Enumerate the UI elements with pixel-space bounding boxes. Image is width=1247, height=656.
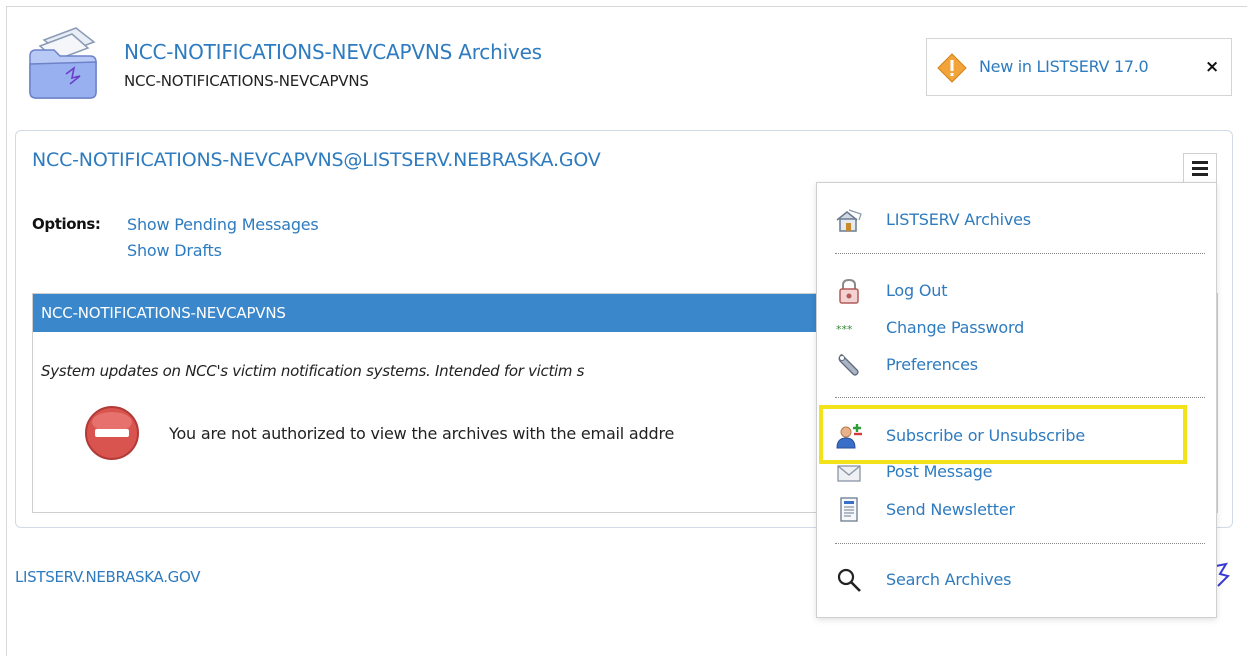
news-notice: New in LISTSERV 17.0 ×: [926, 38, 1232, 96]
page-header: NCC-NOTIFICATIONS-NEVCAPVNS Archives NCC…: [24, 26, 1232, 106]
menu-item-label: Post Message: [886, 462, 993, 481]
lock-icon: [839, 278, 859, 304]
not-authorized-message: You are not authorized to view the archi…: [169, 424, 675, 443]
newsletter-icon: [840, 497, 858, 522]
list-description: System updates on NCC's victim notificat…: [41, 362, 585, 380]
hamburger-menu-icon[interactable]: [1183, 153, 1217, 183]
folder-archive-icon: [29, 27, 97, 99]
menu-item-subscribe-unsubscribe[interactable]: Subscribe or Unsubscribe: [817, 419, 1216, 453]
news-link[interactable]: New in LISTSERV 17.0: [979, 57, 1149, 76]
page-subtitle: NCC-NOTIFICATIONS-NEVCAPVNS: [124, 72, 369, 90]
menu-item-label: Subscribe or Unsubscribe: [886, 426, 1085, 445]
warning-diamond-icon: [937, 53, 967, 83]
footer-host-link[interactable]: LISTSERV.NEBRASKA.GOV: [15, 568, 201, 586]
archives-house-icon: [836, 209, 862, 232]
menu-item-label: Search Archives: [886, 570, 1012, 589]
menu-item-label: Send Newsletter: [886, 500, 1015, 519]
menu-item-search-archives[interactable]: Search Archives: [817, 563, 1216, 597]
menu-item-label: Log Out: [886, 281, 948, 300]
menu-item-label: LISTSERV Archives: [886, 210, 1031, 229]
svg-text:***: ***: [836, 323, 853, 336]
list-address-link[interactable]: NCC-NOTIFICATIONS-NEVCAPVNS@LISTSERV.NEB…: [32, 149, 601, 171]
stop-icon: [85, 406, 139, 460]
menu-item-listserv-archives[interactable]: LISTSERV Archives: [817, 203, 1216, 237]
menu-item-change-password[interactable]: *** Change Password: [817, 311, 1216, 345]
password-dots-icon: ***: [836, 323, 853, 336]
options-label: Options:: [32, 215, 101, 233]
menu-divider: [835, 253, 1205, 254]
menu-divider: [835, 543, 1205, 544]
show-drafts-link[interactable]: Show Drafts: [127, 241, 222, 260]
menu-item-send-newsletter[interactable]: Send Newsletter: [817, 493, 1216, 527]
close-icon[interactable]: ×: [1205, 57, 1219, 77]
menu-item-log-out[interactable]: Log Out: [817, 274, 1216, 308]
envelope-icon: [837, 465, 861, 482]
navigation-dropdown: LISTSERV Archives Log Out *** Change Pas…: [816, 182, 1217, 618]
wrench-icon: [838, 354, 859, 376]
show-pending-messages-link[interactable]: Show Pending Messages: [127, 215, 319, 234]
menu-item-label: Preferences: [886, 355, 978, 374]
page-title[interactable]: NCC-NOTIFICATIONS-NEVCAPVNS Archives: [124, 40, 542, 64]
menu-divider: [835, 397, 1205, 398]
menu-item-preferences[interactable]: Preferences: [817, 348, 1216, 382]
menu-item-post-message[interactable]: Post Message: [817, 455, 1216, 489]
subscribe-user-icon: [836, 424, 862, 449]
menu-item-label: Change Password: [886, 318, 1025, 337]
search-icon: [837, 568, 861, 592]
